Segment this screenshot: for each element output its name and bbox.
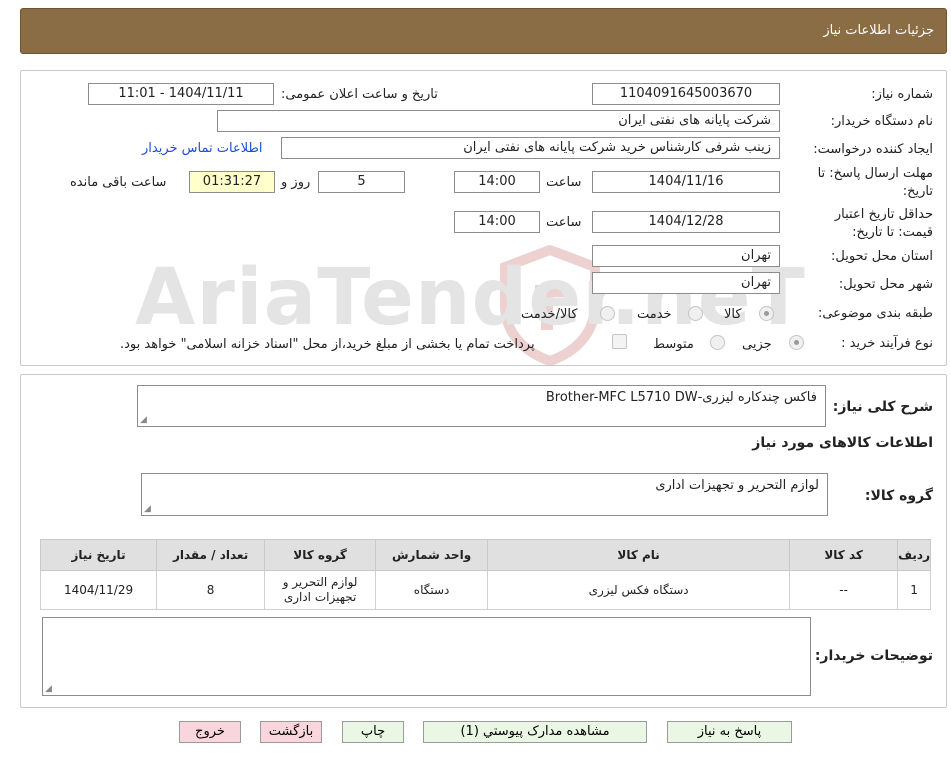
page-title: جزئیات اطلاعات نیاز <box>823 23 934 38</box>
reply-time-label: ساعت <box>546 175 582 190</box>
cell-qty: 8 <box>156 570 266 610</box>
province-label: استان محل تحویل: <box>831 249 933 264</box>
days-label: روز و <box>281 175 311 190</box>
summary-label: شرح کلی نیاز: <box>832 399 933 415</box>
cell-name: دستگاه فکس لیزری <box>487 570 791 610</box>
treasury-checkbox[interactable] <box>612 334 627 349</box>
summary-text: فاکس چندکاره لیزری-Brother-MFC L5710 DW <box>545 390 817 405</box>
buyer-notes-label: توضیحات خریدار: <box>814 648 933 664</box>
need-number-field: 1104091645003670 <box>592 83 780 105</box>
buyer-org-field: شرکت پایانه های نفتی ایران <box>217 110 780 132</box>
process-minor-radio[interactable] <box>789 335 804 350</box>
validity-time-label: ساعت <box>546 215 582 230</box>
reply-date-field: 1404/11/16 <box>592 171 780 193</box>
city-label: شهر محل تحویل: <box>838 277 933 292</box>
category-goods-radio[interactable] <box>759 306 774 321</box>
col-date: تاریخ نیاز <box>39 539 158 571</box>
reply-deadline-label: مهلت ارسال پاسخ: تا تاریخ: <box>817 166 933 199</box>
payment-note: پرداخت تمام یا بخشی از مبلغ خرید،از محل … <box>120 337 535 352</box>
attachments-button[interactable]: مشاهده مدارک پیوستي (1) <box>423 721 647 743</box>
cell-code: -- <box>789 570 899 610</box>
need-number-label: شماره نیاز: <box>871 87 933 102</box>
process-medium-radio[interactable] <box>710 335 725 350</box>
category-goods-service-label: کالا/خدمت <box>521 307 578 322</box>
col-qty: تعداد / مقدار <box>156 539 266 571</box>
table-row: 1 -- دستگاه فکس لیزری دستگاه لوازم التحر… <box>39 570 931 610</box>
resize-grip-icon[interactable]: ◢ <box>45 685 52 694</box>
days-field: 5 <box>318 171 405 193</box>
remaining-label: ساعت باقی مانده <box>70 175 167 190</box>
table-header-row: ردیف کد کالا نام کالا واحد شمارش گروه کا… <box>39 539 931 571</box>
col-code: کد کالا <box>789 539 899 571</box>
back-button[interactable]: بازگشت <box>260 721 322 743</box>
resize-grip-icon[interactable]: ◢ <box>144 505 151 514</box>
reply-button[interactable]: پاسخ به نیاز <box>667 721 792 743</box>
category-service-label: خدمت <box>637 307 672 322</box>
requester-field: زینب شرفی کارشناس خرید شرکت پایانه های ن… <box>281 137 780 159</box>
reply-time-field: 14:00 <box>454 171 540 193</box>
goods-table: ردیف کد کالا نام کالا واحد شمارش گروه کا… <box>39 539 931 610</box>
goods-info-title: اطلاعات کالاهای مورد نیاز <box>752 435 933 451</box>
announce-datetime-field: 1404/11/11 - 11:01 <box>88 83 274 105</box>
exit-button[interactable]: خروج <box>179 721 241 743</box>
col-row: ردیف <box>897 539 931 571</box>
process-label: نوع فرآیند خرید : <box>841 336 933 351</box>
buyer-notes-textarea[interactable]: ◢ <box>42 617 811 696</box>
category-label: طبقه بندی موضوعی: <box>817 306 933 321</box>
page-header: جزئیات اطلاعات نیاز <box>20 8 947 54</box>
announce-label: تاریخ و ساعت اعلان عمومی: <box>281 87 438 102</box>
province-field: تهران <box>592 245 780 267</box>
cell-row: 1 <box>897 570 931 610</box>
cell-group: لوازم التحریر و تجهیزات اداری <box>264 570 377 610</box>
category-goods-service-radio[interactable] <box>600 306 615 321</box>
buyer-org-label: نام دستگاه خریدار: <box>830 114 933 129</box>
goods-group-textarea[interactable]: لوازم التحریر و تجهیزات اداری ◢ <box>141 473 828 516</box>
process-medium-label: متوسط <box>653 337 694 352</box>
goods-group-label: گروه کالا: <box>864 488 933 504</box>
process-minor-label: جزیی <box>742 337 772 352</box>
col-name: نام کالا <box>487 539 791 571</box>
category-service-radio[interactable] <box>688 306 703 321</box>
remaining-time-field: 01:31:27 <box>189 171 275 193</box>
resize-grip-icon[interactable]: ◢ <box>140 416 147 425</box>
print-button[interactable]: چاپ <box>342 721 404 743</box>
requester-label: ایجاد کننده درخواست: <box>813 142 933 157</box>
validity-time-field: 14:00 <box>454 211 540 233</box>
cell-date: 1404/11/29 <box>39 570 158 610</box>
buyer-contact-link[interactable]: اطلاعات تماس خریدار <box>142 141 262 156</box>
validity-date-field: 1404/12/28 <box>592 211 780 233</box>
summary-textarea[interactable]: فاکس چندکاره لیزری-Brother-MFC L5710 DW … <box>137 385 826 427</box>
col-unit: واحد شمارش <box>375 539 489 571</box>
goods-group-text: لوازم التحریر و تجهیزات اداری <box>655 478 819 493</box>
cell-unit: دستگاه <box>375 570 489 610</box>
validity-label: حداقل تاریخ اعتبار قیمت: تا تاریخ: <box>834 207 933 240</box>
category-goods-label: کالا <box>724 307 742 322</box>
col-group: گروه کالا <box>264 539 377 571</box>
city-field: تهران <box>592 272 780 294</box>
